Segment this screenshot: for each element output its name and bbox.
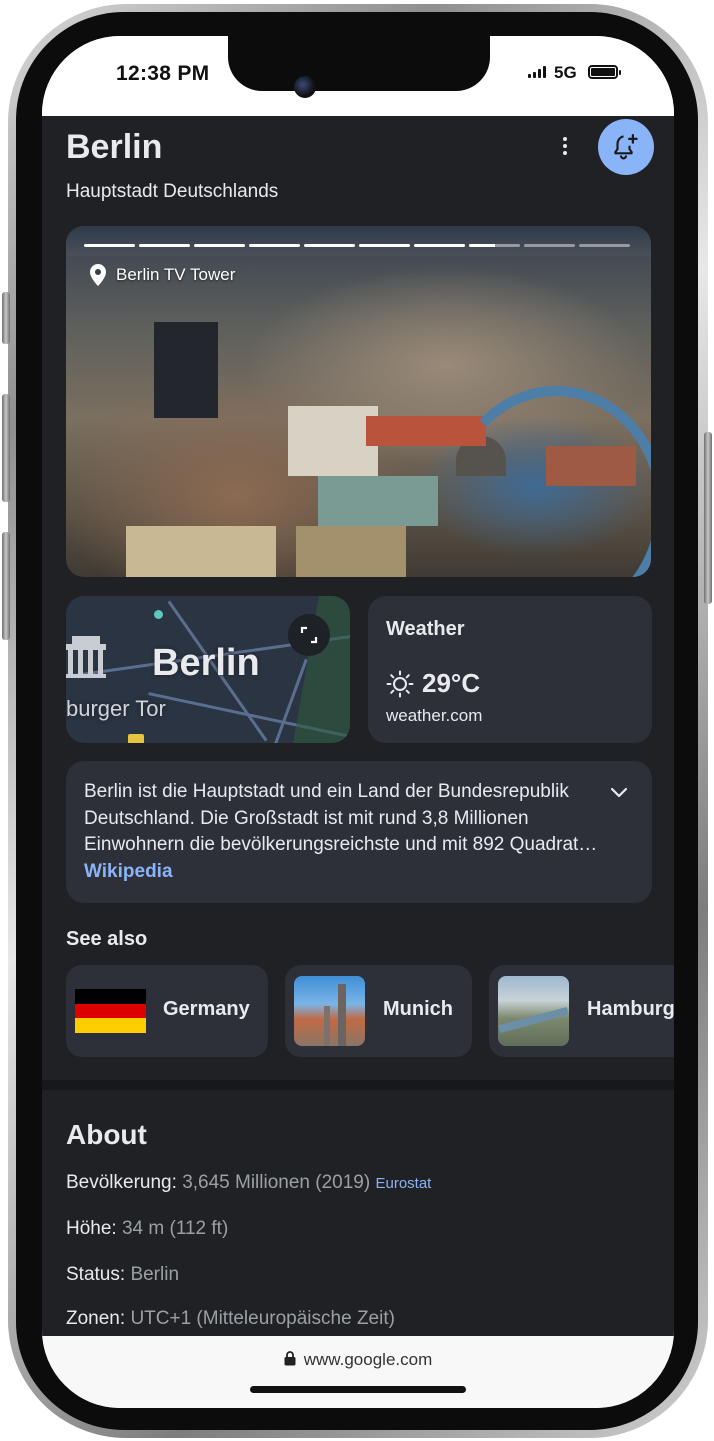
weather-title: Weather (386, 618, 465, 640)
carousel-segment (84, 244, 135, 247)
mute-switch (2, 292, 10, 344)
page-subtitle: Hauptstadt Deutschlands (66, 181, 279, 202)
weather-source: weather.com (386, 706, 483, 725)
fact-value: UTC+1 (Mitteleuropäische Zeit) (130, 1308, 395, 1329)
location-pin-icon (90, 264, 106, 286)
map-card[interactable]: Berlin burger Tor (66, 596, 350, 743)
battery-full-icon (588, 65, 621, 79)
carousel-segment (139, 244, 190, 247)
brandenburg-gate-icon (66, 636, 106, 678)
wikipedia-link[interactable]: Wikipedia (84, 861, 173, 882)
description-card[interactable]: Berlin ist die Hauptstadt und ein Land d… (66, 761, 652, 903)
see-also-item-germany[interactable]: Germany (66, 965, 268, 1057)
carousel-progress (84, 244, 630, 247)
expand-icon (300, 626, 318, 644)
photo-building (296, 526, 406, 577)
front-camera (294, 76, 316, 98)
weather-temperature: 29°C (422, 668, 481, 698)
sun-icon (386, 670, 414, 697)
volume-up-button (2, 394, 10, 502)
city-photo-carousel[interactable]: Berlin TV Tower (66, 226, 651, 577)
map-road-marker (128, 734, 144, 743)
fact-label: Bevölkerung: (66, 1172, 177, 1193)
fact-timezone: Zonen: UTC+1 (Mitteleuropäische Zeit) (66, 1308, 395, 1330)
lock-icon (284, 1351, 296, 1366)
map-city-label: Berlin (152, 642, 260, 684)
photo-building (318, 476, 438, 526)
carousel-segment (194, 244, 245, 247)
photo-building (288, 406, 378, 476)
carousel-segment (579, 244, 630, 247)
weather-card[interactable]: Weather 29°C weather.com (368, 596, 652, 743)
photo-building (126, 526, 276, 577)
carousel-segment (524, 244, 575, 247)
add-alert-button[interactable] (598, 119, 654, 175)
fact-value: Berlin (130, 1264, 180, 1285)
description-body: Berlin ist die Hauptstadt und ein Land d… (84, 781, 598, 855)
see-also-label: Germany (163, 998, 250, 1020)
fact-population: Bevölkerung: 3,645 Millionen (2019) Euro… (66, 1172, 431, 1194)
fact-value: 3,645 Millionen (2019) (182, 1172, 371, 1193)
browser-url-bar[interactable]: www.google.com (42, 1336, 674, 1408)
search-result-panel: Berlin Hauptstadt Deutschlands Berlin TV… (42, 116, 674, 1336)
signal-icon (528, 66, 546, 78)
section-divider (42, 1080, 674, 1090)
hamburg-thumbnail (498, 976, 569, 1046)
see-also-item-munich[interactable]: Munich (285, 965, 472, 1057)
carousel-segment (359, 244, 410, 247)
photo-location: Berlin TV Tower (90, 264, 235, 286)
see-also-label: Munich (383, 998, 453, 1020)
network-type: 5G (554, 63, 577, 82)
more-vert-icon[interactable] (552, 134, 578, 158)
see-also-label: Hamburg (587, 998, 674, 1020)
home-indicator[interactable] (250, 1386, 466, 1393)
fact-status: Status: Berlin (66, 1264, 179, 1286)
notch (228, 36, 490, 91)
fact-value: 34 m (112 ft) (121, 1218, 229, 1239)
clock: 12:38 PM (116, 62, 210, 85)
fact-label: Status: (66, 1264, 126, 1285)
url-display[interactable]: www.google.com (42, 1350, 674, 1370)
photo-river (446, 386, 651, 577)
fact-label: Zonen: (66, 1308, 126, 1329)
bell-add-icon (614, 134, 638, 160)
munich-thumbnail (294, 976, 365, 1046)
map-poi-dot (154, 610, 163, 619)
see-also-item-hamburg[interactable]: Hamburg (489, 965, 674, 1057)
photo-location-label: Berlin TV Tower (116, 265, 236, 284)
about-title: About (66, 1119, 147, 1150)
carousel-segment (469, 244, 520, 247)
expand-map-button[interactable] (288, 614, 330, 656)
volume-down-button (2, 532, 10, 640)
url-text: www.google.com (303, 1350, 433, 1369)
chevron-down-icon[interactable] (608, 781, 630, 803)
carousel-segment (414, 244, 465, 247)
description-text: Berlin ist die Hauptstadt und ein Land d… (84, 779, 600, 885)
fact-elevation: Höhe: 34 m (112 ft) (66, 1218, 228, 1240)
page-title: Berlin (66, 128, 163, 166)
fact-source-link[interactable]: Eurostat (375, 1175, 431, 1192)
weather-temperature-row: 29°C (386, 668, 480, 699)
carousel-segment (304, 244, 355, 247)
screen: 12:38 PM 5G Berlin Hauptstadt Deutschlan… (42, 36, 674, 1408)
power-button (704, 432, 712, 604)
photo-sky (66, 226, 651, 256)
photo-building (154, 322, 218, 418)
see-also-title: See also (66, 928, 148, 950)
fact-label: Höhe: (66, 1218, 117, 1239)
carousel-segment (249, 244, 300, 247)
map-landmark-label: burger Tor (66, 696, 166, 721)
germany-flag-icon (75, 989, 146, 1033)
